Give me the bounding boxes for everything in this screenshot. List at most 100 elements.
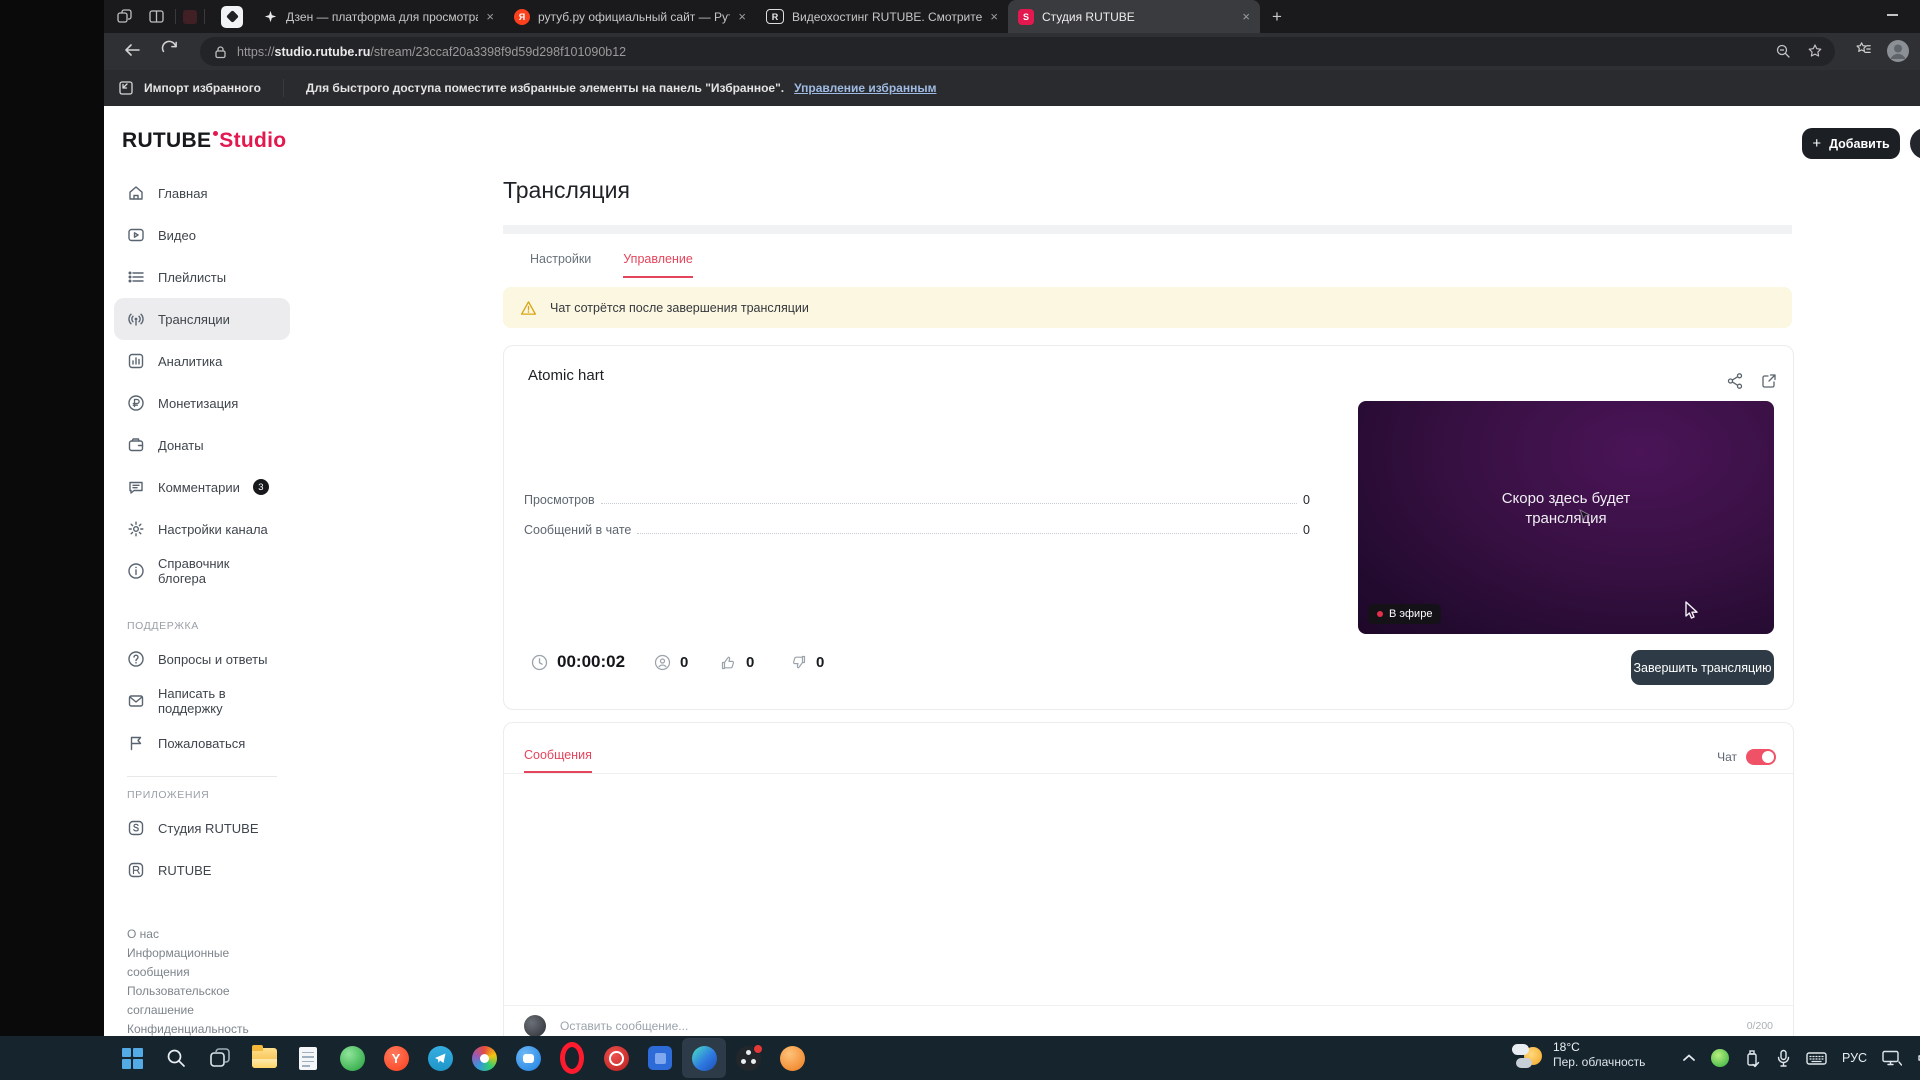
manage-favorites-link[interactable]: Управление избранным: [794, 81, 936, 95]
browser-tab-dzen[interactable]: Дзен — платформа для просмотра ×: [252, 0, 504, 33]
browser-tab-studio-active[interactable]: S Студия RUTUBE ×: [1008, 0, 1260, 33]
start-button[interactable]: [110, 1038, 154, 1078]
browser-window: Дзен — платформа для просмотра × Я рутуб…: [104, 0, 1920, 1036]
task-view-icon[interactable]: [198, 1038, 242, 1078]
footer-link-terms[interactable]: Пользовательское соглашение: [127, 982, 277, 1020]
sidebar-item-rutube[interactable]: RUTUBE: [114, 849, 290, 891]
likes-counter[interactable]: 0: [720, 654, 754, 671]
address-bar[interactable]: https://studio.rutube.ru/stream/23ccaf20…: [200, 37, 1835, 66]
sidebar-item-studiya-rutube[interactable]: Студия RUTUBE: [114, 807, 290, 849]
sidebar-item-monetizaciya[interactable]: Монетизация: [114, 382, 290, 424]
chat-message-input[interactable]: [558, 1018, 1735, 1034]
close-icon[interactable]: ×: [1242, 10, 1250, 23]
blue-tile-app-icon[interactable]: [638, 1038, 682, 1078]
footer-link-about[interactable]: О нас: [127, 925, 277, 944]
chat-toggle-switch[interactable]: [1746, 749, 1776, 765]
plus-icon: +: [1812, 135, 1822, 152]
browser-tab-rutube-hosting[interactable]: R Видеохостинг RUTUBE. Смотрите ×: [756, 0, 1008, 33]
favorite-star-icon[interactable]: [1807, 43, 1823, 59]
browser-tab-rutub[interactable]: Я рутуб.ру официальный сайт — Рутуб ×: [504, 0, 756, 33]
search-icon[interactable]: [154, 1038, 198, 1078]
file-explorer-icon[interactable]: [242, 1038, 286, 1078]
tab-title: Видеохостинг RUTUBE. Смотрите: [792, 9, 983, 24]
lock-icon: [214, 45, 227, 59]
sidebar-item-podderzhka[interactable]: Написать в поддержку: [114, 680, 290, 722]
edge-browser-icon[interactable]: [682, 1038, 726, 1078]
taskbar-weather-widget[interactable]: 18°C Пер. облачность: [1512, 1040, 1645, 1070]
tray-usb-icon[interactable]: [1744, 1049, 1761, 1068]
window-minimize-icon[interactable]: [1887, 14, 1898, 16]
footer-link-info[interactable]: Информационные сообщения: [127, 944, 277, 982]
tab-nastroyki[interactable]: Настройки: [530, 252, 591, 266]
green-app-icon[interactable]: [330, 1038, 374, 1078]
tray-microphone-icon[interactable]: [1776, 1049, 1791, 1068]
dislikes-counter[interactable]: 0: [790, 654, 824, 671]
dzen-favicon: [262, 9, 278, 25]
studio-favicon: S: [1018, 8, 1034, 25]
split-screen-icon[interactable]: [144, 6, 168, 28]
settings-pinwheel-icon[interactable]: [462, 1038, 506, 1078]
language-indicator[interactable]: РУС: [1842, 1051, 1867, 1065]
tray-antivirus-icon[interactable]: [1711, 1049, 1729, 1067]
chat-header-divider: [504, 773, 1793, 774]
sidebar-item-video[interactable]: Видео: [114, 214, 290, 256]
tab-title: Дзен — платформа для просмотра: [286, 9, 479, 24]
opera-icon[interactable]: [550, 1038, 594, 1078]
close-icon[interactable]: ×: [990, 10, 998, 23]
tab-upravlenie[interactable]: Управление: [623, 252, 693, 278]
new-tab-button[interactable]: +: [1272, 7, 1282, 27]
browser-profile-avatar[interactable]: [1886, 39, 1910, 63]
zoom-out-icon[interactable]: [1775, 43, 1791, 59]
tray-keyboard-icon[interactable]: [1806, 1051, 1827, 1066]
sidebar-item-kommentarii[interactable]: Комментарии 3: [114, 466, 290, 508]
support-section-header: ПОДДЕРЖКА: [127, 620, 199, 632]
sidebar-item-donaty[interactable]: Донаты: [114, 424, 290, 466]
orange-app-icon[interactable]: [770, 1038, 814, 1078]
stream-title: Atomic hart: [528, 367, 604, 384]
sidebar-item-analitika[interactable]: Аналитика: [114, 340, 290, 382]
rutube-studio-page: RUTUBE Studio + Добавить Д Главная Видео…: [104, 106, 1920, 1036]
dzen-pinned-icon[interactable]: [221, 5, 243, 28]
stream-preview-text: Скоро здесь будет трансляция: [1501, 490, 1631, 527]
blue-messenger-icon[interactable]: [506, 1038, 550, 1078]
share-icon[interactable]: [1726, 372, 1744, 390]
import-favorites-button[interactable]: Импорт избранного: [144, 81, 261, 95]
sidebar-item-pozhalovatsya[interactable]: Пожаловаться: [114, 722, 290, 764]
tray-display-icon[interactable]: [1882, 1050, 1903, 1067]
chat-toggle-group: Чат: [1717, 749, 1776, 765]
import-favorites-icon: [118, 80, 134, 96]
tray-chevron-up-icon[interactable]: [1682, 1053, 1696, 1063]
stream-card: Atomic hart Скоро здесь будет трансляция…: [503, 345, 1794, 710]
dimmed-extension-icon[interactable]: [183, 9, 197, 24]
sidebar-item-translyacii[interactable]: Трансляции: [114, 298, 290, 340]
back-icon[interactable]: [122, 40, 142, 60]
yandex-browser-icon[interactable]: Y: [374, 1038, 418, 1078]
telegram-icon[interactable]: [418, 1038, 462, 1078]
close-icon[interactable]: ×: [738, 10, 746, 23]
taskbar-apps: Y: [110, 1038, 814, 1078]
red-browser-icon[interactable]: [594, 1038, 638, 1078]
divider: [204, 9, 205, 24]
add-button[interactable]: + Добавить: [1802, 128, 1900, 159]
tab-stacks-icon[interactable]: [112, 6, 136, 28]
footer-link-privacy[interactable]: Конфиденциальность: [127, 1020, 277, 1036]
open-external-icon[interactable]: [1760, 372, 1778, 390]
notepad-icon[interactable]: [286, 1038, 330, 1078]
user-avatar[interactable]: Д: [1910, 128, 1920, 159]
obs-icon[interactable]: [726, 1038, 770, 1078]
end-stream-button[interactable]: Завершить трансляцию: [1631, 650, 1774, 685]
rutube-studio-logo[interactable]: RUTUBE Studio: [122, 129, 286, 153]
tab-soobshcheniya[interactable]: Сообщения: [524, 748, 592, 773]
close-icon[interactable]: ×: [486, 10, 494, 23]
sidebar-item-glavnaya[interactable]: Главная: [114, 172, 290, 214]
favorites-hub-icon[interactable]: [1854, 40, 1873, 59]
sidebar-item-playlisty[interactable]: Плейлисты: [114, 256, 290, 298]
sidebar-item-voprosy[interactable]: Вопросы и ответы: [114, 638, 290, 680]
text-cursor-artifact: [1579, 509, 1590, 523]
stream-preview-player[interactable]: Скоро здесь будет трансляция В эфире: [1358, 401, 1774, 634]
tab-title: Студия RUTUBE: [1042, 9, 1135, 24]
sidebar-item-nastroyki-kanala[interactable]: Настройки канала: [114, 508, 290, 550]
sidebar-item-spravochnik[interactable]: Справочник блогера: [114, 550, 290, 592]
refresh-icon[interactable]: [160, 40, 179, 59]
section-divider: [503, 225, 1792, 234]
